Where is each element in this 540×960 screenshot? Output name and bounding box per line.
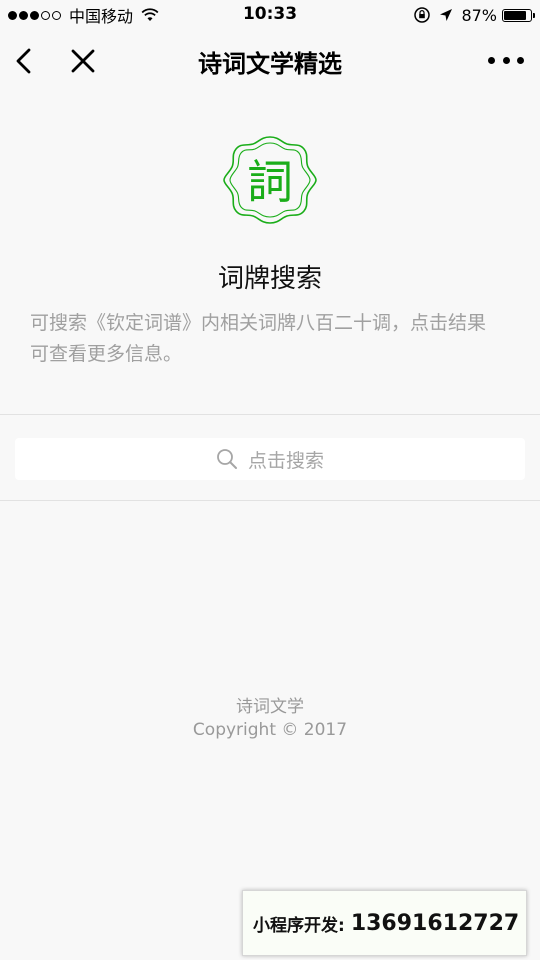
rotation-lock-icon (414, 7, 431, 23)
page-title: 词牌搜索 (217, 264, 322, 294)
more-dot-icon (488, 56, 495, 64)
search-input[interactable]: 点击搜索 (15, 438, 525, 480)
logo-character: 詞 (247, 155, 293, 209)
navigation-bar: 诗词文学精选 (0, 32, 540, 90)
ad-phone-number: 13691612727 (350, 910, 520, 936)
ad-label: 小程序开发: (253, 915, 345, 936)
status-bar: 中国移动 10:33 87% (0, 0, 540, 32)
battery-icon (502, 8, 535, 22)
location-arrow-icon (440, 9, 453, 21)
search-icon (217, 449, 237, 469)
page-title-bar: 诗词文学精选 (198, 50, 342, 78)
divider (0, 414, 540, 415)
search-placeholder: 点击搜索 (247, 449, 324, 472)
battery-level (504, 10, 527, 20)
developer-ad-banner[interactable]: 小程序开发: 13691612727 (242, 890, 527, 956)
more-dot-icon (502, 56, 510, 64)
battery-percent: 87% (461, 5, 497, 25)
ci-seal-logo: 詞 (223, 136, 317, 224)
footer-title: 诗词文学 (236, 697, 304, 717)
more-dot-icon (517, 56, 524, 64)
page-description: 可搜索《钦定词谱》内相关词牌八百二十调，点击结果可查看更多信息。 (30, 312, 487, 365)
more-button[interactable] (488, 54, 524, 66)
divider (0, 500, 540, 501)
footer-copyright: Copyright © 2017 (192, 720, 348, 740)
status-right: 87% (413, 4, 535, 26)
